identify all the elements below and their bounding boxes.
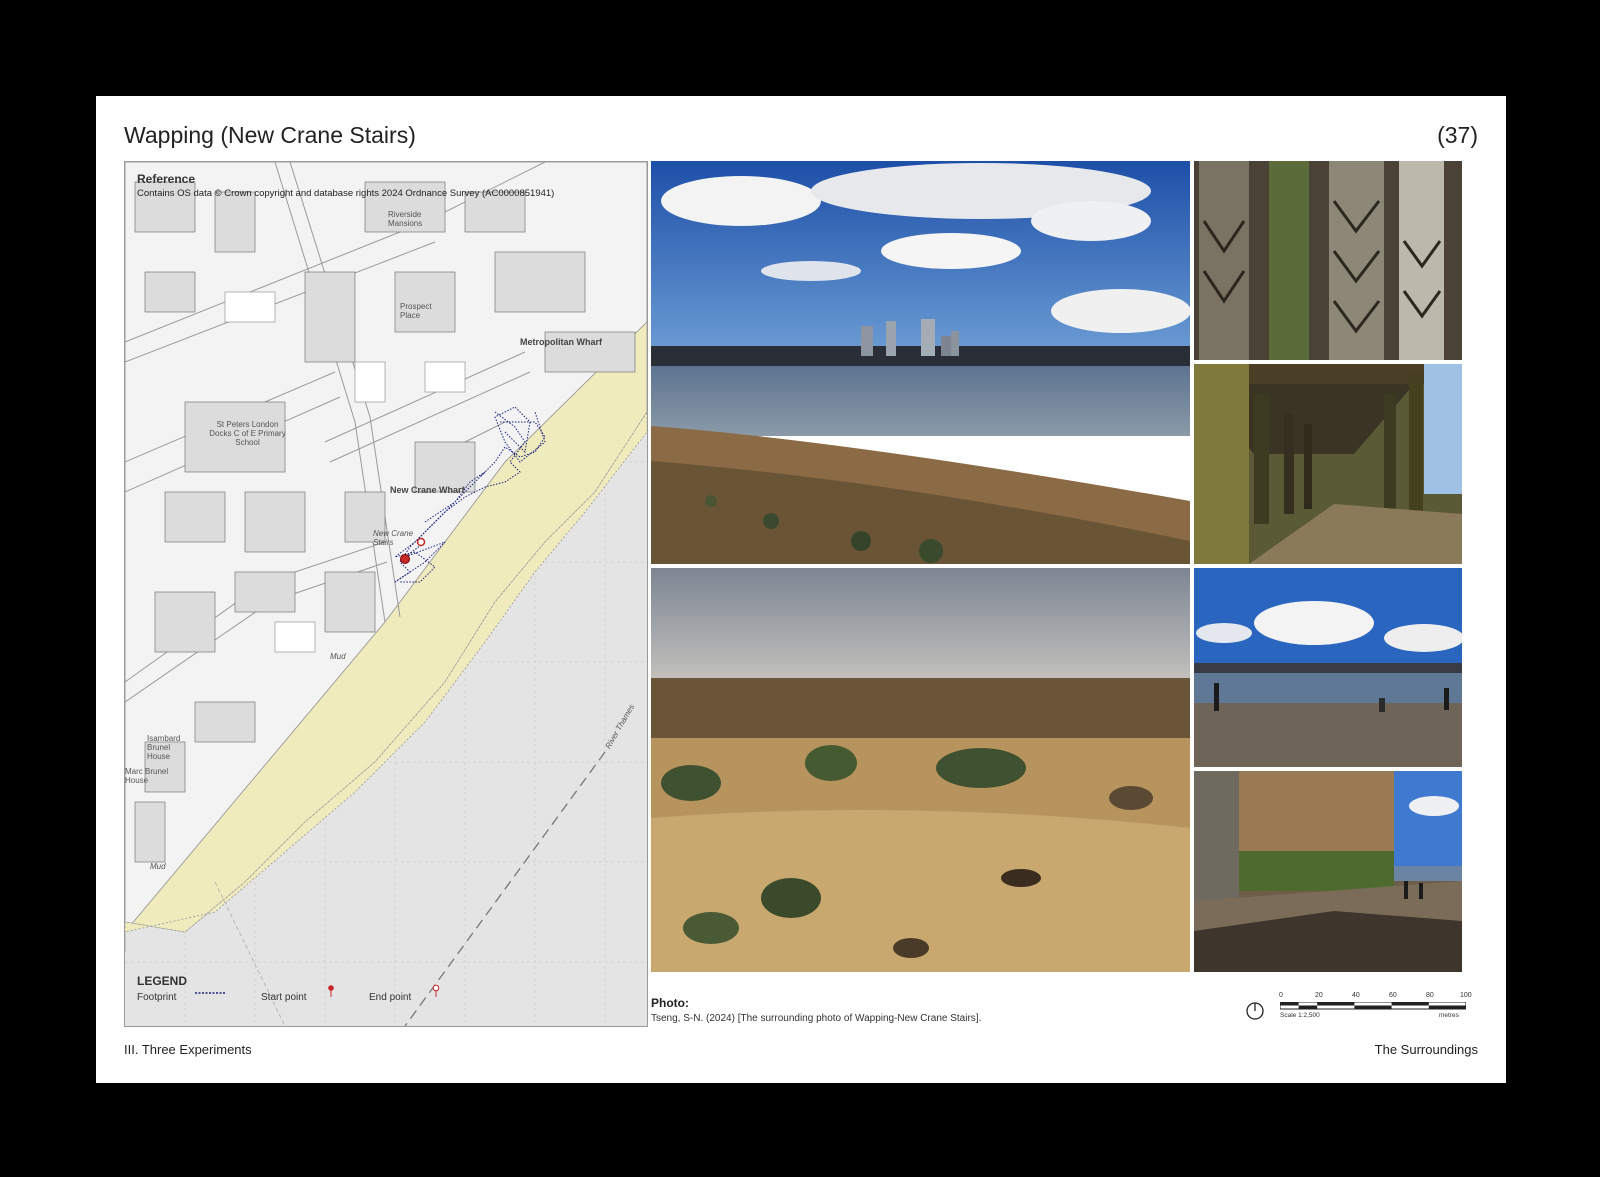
- photo-skyline: [651, 161, 1190, 564]
- footer-section: The Surroundings: [1374, 1042, 1478, 1057]
- scale-tick: 60: [1389, 992, 1397, 999]
- page-number: (37): [1437, 122, 1478, 148]
- photo-beach-people: [1194, 568, 1462, 767]
- scale-tick: 0: [1279, 992, 1283, 999]
- page: Wapping (New Crane Stairs) (37) Referenc…: [96, 96, 1506, 1083]
- scale-text: Scale 1:2,500: [1280, 1012, 1320, 1019]
- label-marc-brunel-house: Marc Brunel House: [125, 767, 169, 785]
- label-mud-1: Mud: [330, 652, 346, 661]
- photo-caption-title: Photo:: [651, 996, 689, 1010]
- scale-bar: 0 20 40 60 80 100 Scale 1:2,500 metres: [1246, 992, 1472, 1032]
- photo-under-pier: [1194, 364, 1462, 564]
- photo-caption-text: Tseng, S-N. (2024) [The surrounding phot…: [651, 1013, 982, 1024]
- map-graphic: [125, 162, 647, 1026]
- scale-bar-graphic: [1280, 1002, 1466, 1010]
- label-brunel-house: Isambard Brunel House: [147, 734, 181, 761]
- label-st-peters-school: St Peters London Docks C of E Primary Sc…: [209, 420, 286, 447]
- scale-tick: 40: [1352, 992, 1360, 999]
- map-panel: Reference Contains OS data © Crown copyr…: [124, 161, 648, 1027]
- legend-start-point: Start point: [261, 992, 307, 1003]
- legend-footprint: Footprint: [137, 992, 177, 1003]
- label-prospect-place: Prospect Place: [400, 302, 432, 320]
- legend-end-point: End point: [369, 992, 412, 1003]
- scale-tick: 100: [1460, 992, 1472, 999]
- legend-title: LEGEND: [137, 974, 188, 988]
- map-reference-text: Contains OS data © Crown copyright and d…: [137, 188, 555, 199]
- map-reference-title: Reference: [137, 172, 196, 186]
- label-new-crane-stairs: New Crane Stairs: [373, 529, 414, 547]
- page-title: Wapping (New Crane Stairs): [124, 122, 416, 148]
- photo-wall-beach: [1194, 771, 1462, 972]
- photo-pillars: [1194, 161, 1462, 360]
- label-metropolitan-wharf: Metropolitan Wharf: [520, 337, 602, 347]
- scale-tick: 80: [1426, 992, 1434, 999]
- footer-chapter: III. Three Experiments: [124, 1042, 252, 1057]
- photo-foreshore: [651, 568, 1190, 972]
- scale-tick: 20: [1315, 992, 1323, 999]
- label-new-crane-wharf: New Crane Wharf: [390, 485, 465, 495]
- label-riverside-mansions: Riverside Mansions: [388, 210, 423, 228]
- label-mud-2: Mud: [150, 862, 166, 871]
- scale-unit: metres: [1439, 1012, 1459, 1019]
